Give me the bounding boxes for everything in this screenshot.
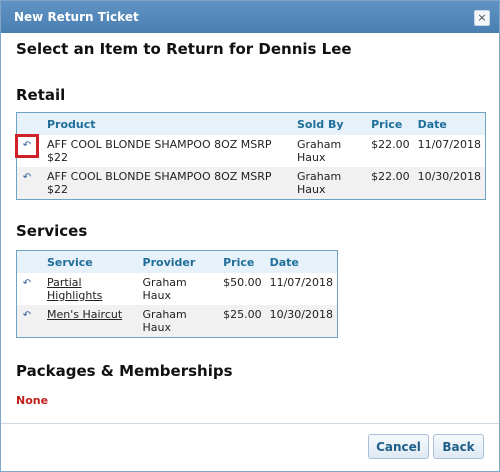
cancel-button[interactable]: Cancel xyxy=(368,434,429,459)
retail-section-title: Retail xyxy=(16,86,66,104)
provider: Graham Haux xyxy=(138,273,220,305)
date: 10/30/2018 xyxy=(265,305,338,338)
dialog-title: New Return Ticket xyxy=(14,10,139,24)
services-table: Service Provider Price Date ↶ Partial Hi… xyxy=(16,250,338,338)
date: 10/30/2018 xyxy=(413,167,486,200)
column-price: Price xyxy=(367,112,414,135)
new-return-ticket-dialog: New Return Ticket × Select an Item to Re… xyxy=(0,0,500,472)
dialog-titlebar: New Return Ticket xyxy=(1,1,499,33)
column-date: Date xyxy=(413,112,486,135)
table-row[interactable]: ↶ Men's Haircut Graham Haux $25.00 10/30… xyxy=(16,305,338,338)
close-icon[interactable]: × xyxy=(474,10,490,26)
table-row[interactable]: ↶ Partial Highlights Graham Haux $50.00 … xyxy=(16,273,338,305)
back-button[interactable]: Back xyxy=(433,434,484,459)
retail-header-row: Product Sold By Price Date xyxy=(16,112,486,135)
column-date: Date xyxy=(265,250,338,273)
provider: Graham Haux xyxy=(138,305,220,338)
column-provider: Provider xyxy=(138,250,220,273)
return-arrow-icon[interactable]: ↶ xyxy=(21,172,33,184)
column-product: Product xyxy=(43,112,293,135)
column-service: Service xyxy=(43,250,139,273)
product-name: AFF COOL BLONDE SHAMPOO 8OZ MSRP $22 xyxy=(43,135,293,167)
page-title: Select an Item to Return for Dennis Lee xyxy=(16,40,352,58)
column-price: Price xyxy=(219,250,266,273)
price: $50.00 xyxy=(219,273,266,305)
service-link[interactable]: Men's Haircut xyxy=(47,308,122,321)
price: $25.00 xyxy=(219,305,266,338)
footer-divider xyxy=(1,423,499,424)
price: $22.00 xyxy=(367,135,414,167)
table-row[interactable]: ↶ AFF COOL BLONDE SHAMPOO 8OZ MSRP $22 G… xyxy=(16,167,486,200)
services-header-row: Service Provider Price Date xyxy=(16,250,338,273)
packages-none-label: None xyxy=(16,394,49,407)
retail-table: Product Sold By Price Date ↶ AFF COOL BL… xyxy=(15,112,486,200)
sold-by: Graham Haux xyxy=(293,167,368,200)
packages-section-title: Packages & Memberships xyxy=(16,362,233,380)
price: $22.00 xyxy=(367,167,414,200)
table-row[interactable]: ↶ AFF COOL BLONDE SHAMPOO 8OZ MSRP $22 G… xyxy=(15,134,486,167)
date: 11/07/2018 xyxy=(413,135,486,167)
column-sold-by: Sold By xyxy=(293,112,368,135)
services-section-title: Services xyxy=(16,222,88,240)
return-arrow-icon[interactable]: ↶ xyxy=(21,278,33,290)
sold-by: Graham Haux xyxy=(293,135,368,167)
product-name: AFF COOL BLONDE SHAMPOO 8OZ MSRP $22 xyxy=(43,167,293,200)
return-arrow-icon[interactable]: ↶ xyxy=(15,134,39,158)
return-arrow-icon[interactable]: ↶ xyxy=(21,310,33,322)
date: 11/07/2018 xyxy=(265,273,338,305)
service-link[interactable]: Partial Highlights xyxy=(47,276,102,302)
